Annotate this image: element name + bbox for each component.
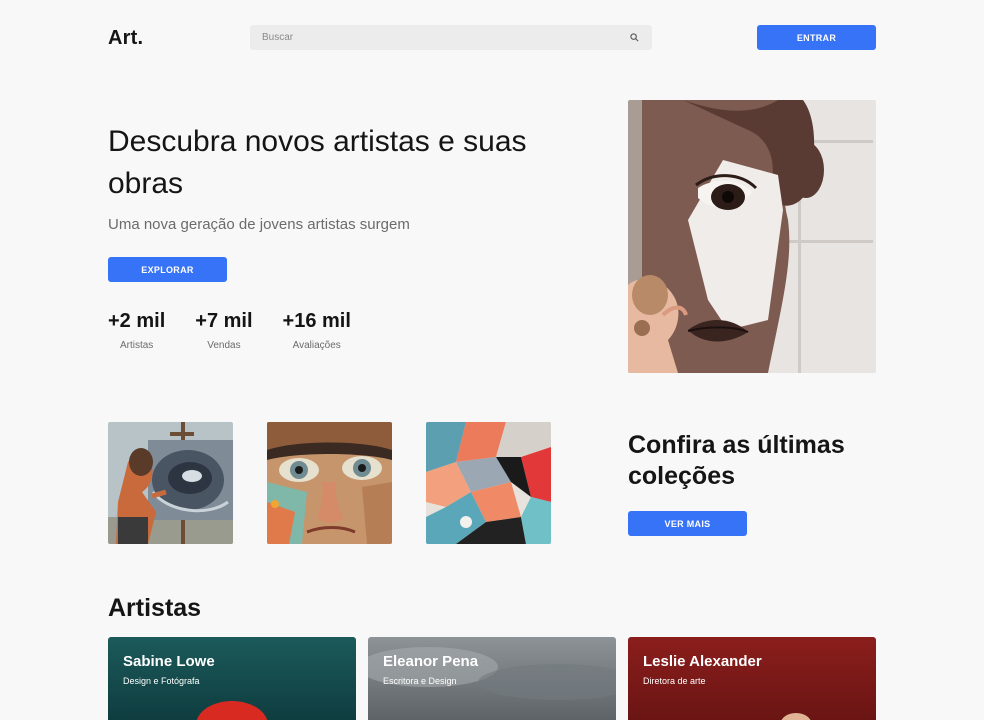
explore-button[interactable]: EXPLORAR [108,257,227,282]
logo[interactable]: Art. [108,27,143,50]
stat-sales: +7 mil Vendas [195,310,252,351]
stat-label: Vendas [207,340,241,351]
stat-label: Avaliações [292,340,341,351]
search-bar[interactable] [250,25,652,50]
stat-value: +2 mil [108,310,166,332]
login-button[interactable]: ENTRAR [757,25,876,50]
collection-image-painter[interactable] [108,422,233,544]
collections-title: Confira as últimas coleções [628,431,845,490]
stat-value: +7 mil [195,310,253,332]
artist-role: Design e Fotógrafa [123,676,200,686]
artist-card[interactable]: Sabine Lowe Design e Fotógrafa [108,637,356,720]
artist-name: Sabine Lowe [123,653,215,670]
stats-row: +2 mil Artistas +7 mil Vendas +16 mil Av… [108,310,381,351]
artist-name: Eleanor Pena [383,653,479,670]
stat-label: Artistas [119,340,154,351]
hero-title: Descubra novos artistas e suas obras [108,125,527,200]
artist-role: Escritora e Design [383,676,457,686]
artist-name: Leslie Alexander [643,653,762,670]
hero-subtitle: Uma nova geração de jovens artistas surg… [108,216,410,233]
stat-artists: +2 mil Artistas [108,310,165,351]
search-input[interactable] [262,32,628,43]
stat-value: +16 mil [282,310,351,332]
artists-section-title: Artistas [108,594,202,622]
collection-image-face-mural[interactable] [267,422,392,544]
stat-reviews: +16 mil Avaliações [283,310,351,351]
search-icon[interactable] [628,32,640,44]
hero-mural-image [628,100,876,373]
collection-image-abstract[interactable] [426,422,551,544]
see-more-button[interactable]: VER MAIS [628,511,747,536]
artist-role: Diretora de arte [643,676,706,686]
artist-card[interactable]: Leslie Alexander Diretora de arte [628,637,876,720]
artist-card[interactable]: Eleanor Pena Escritora e Design [368,637,616,720]
